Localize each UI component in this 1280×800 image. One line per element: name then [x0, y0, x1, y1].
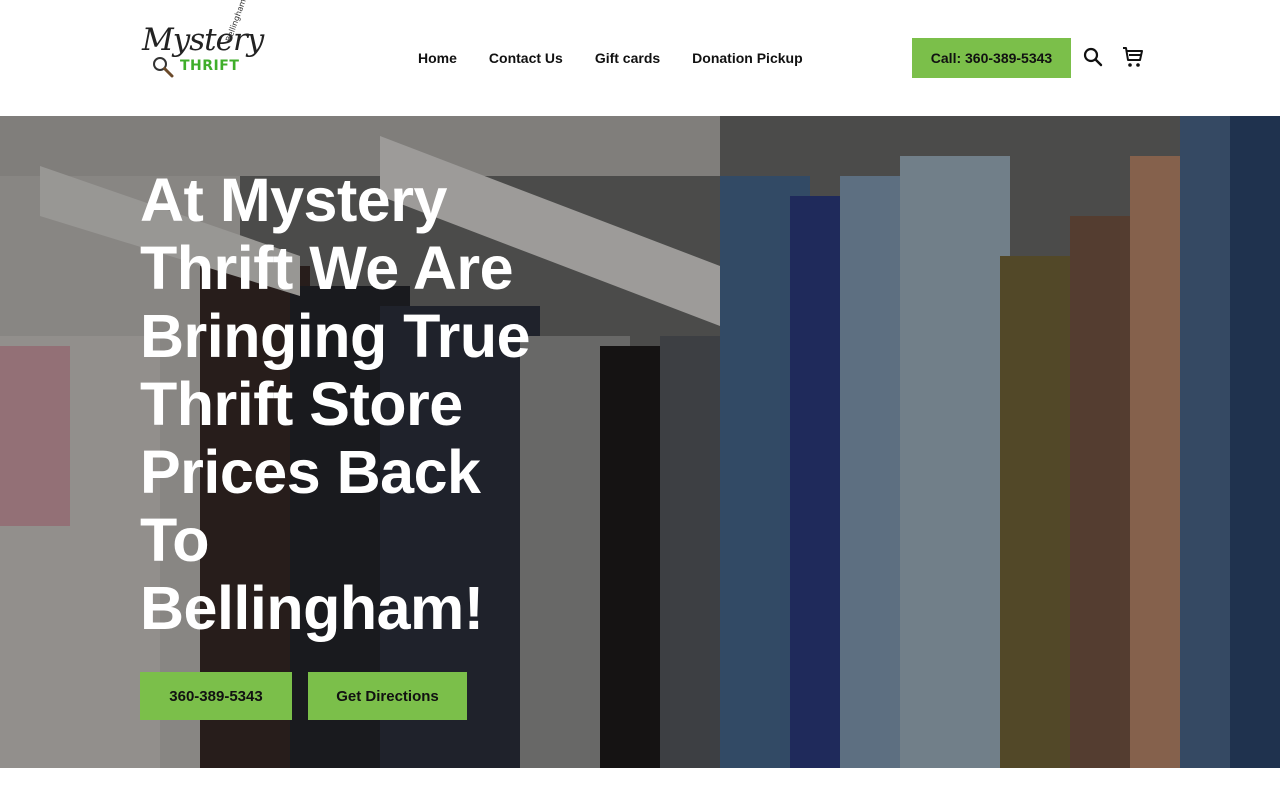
- search-button[interactable]: [1082, 45, 1104, 69]
- hero-buttons: 360-389-5343 Get Directions: [140, 672, 483, 720]
- cart-icon: [1123, 47, 1143, 67]
- hero-section: At Mystery Thrift We Are Bringing True T…: [0, 116, 1280, 768]
- main-nav: Home Contact Us Gift cards Donation Pick…: [418, 48, 803, 68]
- logo-script-text: Mystery: [142, 22, 264, 58]
- phone-button[interactable]: 360-389-5343: [140, 672, 292, 720]
- nav-item-gift-cards[interactable]: Gift cards: [595, 48, 660, 68]
- page-bottom-strip: [0, 768, 1280, 800]
- mystery-thrift-logo[interactable]: Mystery THRIFT Bellingham: [140, 0, 264, 94]
- nav-item-home[interactable]: Home: [418, 48, 457, 68]
- nav-item-donation-pickup[interactable]: Donation Pickup: [692, 48, 802, 68]
- magnifying-glass-icon: [153, 57, 174, 78]
- logo-thrift-text: THRIFT: [180, 58, 240, 74]
- hero-title: At Mystery Thrift We Are Bringing True T…: [140, 166, 531, 642]
- nav-item-contact-us[interactable]: Contact Us: [489, 48, 563, 68]
- site-header: Mystery THRIFT Bellingham Home Contact U…: [0, 0, 1280, 116]
- call-button[interactable]: Call: 360-389-5343: [912, 38, 1071, 78]
- cart-button[interactable]: [1122, 45, 1144, 69]
- get-directions-button[interactable]: Get Directions: [308, 672, 467, 720]
- search-icon: [1083, 47, 1103, 67]
